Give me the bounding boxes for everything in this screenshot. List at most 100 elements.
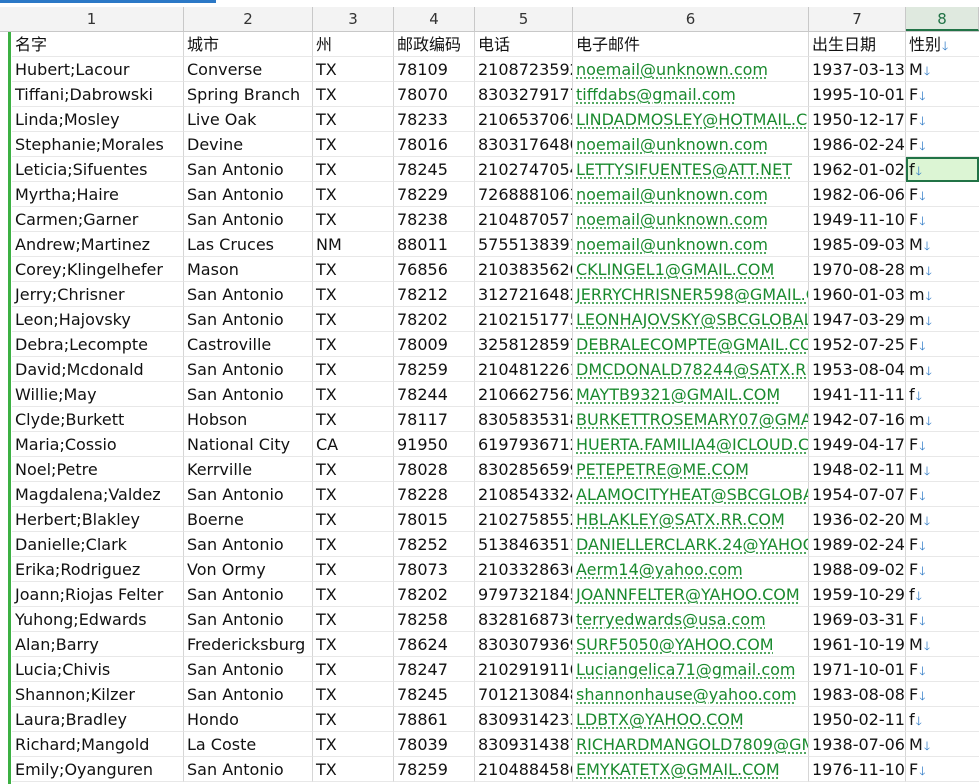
table-cell[interactable]: PETEPETRE@ME.COM <box>573 457 809 482</box>
table-cell[interactable]: Mason <box>184 257 313 282</box>
table-cell[interactable]: 8303079369 <box>475 632 573 657</box>
table-cell[interactable]: SURF5050@YAHOO.COM <box>573 632 809 657</box>
table-cell[interactable]: 78238 <box>394 207 475 232</box>
table-cell[interactable]: F🡓 <box>906 607 979 632</box>
table-cell[interactable]: San Antonio <box>184 357 313 382</box>
table-cell[interactable]: 78009 <box>394 332 475 357</box>
header-cell[interactable]: 性别🡓 <box>906 32 979 57</box>
table-cell[interactable]: 1971-10-01 <box>809 657 906 682</box>
table-cell[interactable]: 2103328636 <box>475 557 573 582</box>
table-cell[interactable]: 8309314387 <box>475 732 573 757</box>
table-cell[interactable]: 2106627562 <box>475 382 573 407</box>
table-cell[interactable]: TX <box>313 357 394 382</box>
table-cell[interactable]: Devine <box>184 132 313 157</box>
email-link[interactable]: DEBRALECOMPTE@GMAIL.COM <box>576 335 808 354</box>
table-cell[interactable]: 1954-07-07 <box>809 482 906 507</box>
table-cell[interactable]: 2103835620 <box>475 257 573 282</box>
table-cell[interactable]: TX <box>313 732 394 757</box>
table-cell[interactable]: Hobson <box>184 407 313 432</box>
table-cell[interactable]: Von Ormy <box>184 557 313 582</box>
table-cell[interactable]: 9797321845 <box>475 582 573 607</box>
table-cell[interactable]: LETTYSIFUENTES@ATT.NET <box>573 157 809 182</box>
table-cell[interactable]: Laura;Bradley <box>12 707 184 732</box>
table-cell[interactable]: F🡓 <box>906 132 979 157</box>
header-cell[interactable]: 名字 <box>12 32 184 57</box>
table-cell[interactable]: 1942-07-16 <box>809 407 906 432</box>
header-cell[interactable]: 出生日期 <box>809 32 906 57</box>
table-cell[interactable]: 1989-02-24 <box>809 532 906 557</box>
table-cell[interactable]: TX <box>313 582 394 607</box>
table-cell[interactable]: Emily;Oyanguren <box>12 757 184 782</box>
table-cell[interactable]: noemail@unknown.com <box>573 182 809 207</box>
table-cell[interactable]: TX <box>313 557 394 582</box>
table-cell[interactable]: TX <box>313 182 394 207</box>
table-cell[interactable]: 2104812261 <box>475 357 573 382</box>
table-cell[interactable]: LDBTX@YAHOO.COM <box>573 707 809 732</box>
table-cell[interactable]: San Antonio <box>184 282 313 307</box>
table-cell[interactable]: EMYKATETX@GMAIL.COM <box>573 757 809 782</box>
table-cell[interactable]: 1936-02-20 <box>809 507 906 532</box>
table-cell[interactable]: Live Oak <box>184 107 313 132</box>
table-cell[interactable]: F🡓 <box>906 557 979 582</box>
table-cell[interactable]: Hubert;Lacour <box>12 57 184 82</box>
table-cell[interactable]: noemail@unknown.com <box>573 207 809 232</box>
table-cell[interactable]: 88011 <box>394 232 475 257</box>
table-cell[interactable]: F🡓 <box>906 332 979 357</box>
email-link[interactable]: EMYKATETX@GMAIL.COM <box>576 760 780 779</box>
column-letter-6[interactable]: 6 <box>573 7 809 31</box>
table-cell[interactable]: BURKETTROSEMARY07@GMAIL.COM <box>573 407 809 432</box>
column-letter-3[interactable]: 3 <box>313 7 394 31</box>
table-cell[interactable]: Lucia;Chivis <box>12 657 184 682</box>
table-cell[interactable]: 1949-11-10 <box>809 207 906 232</box>
table-cell[interactable]: 1953-08-04 <box>809 357 906 382</box>
table-cell[interactable]: San Antonio <box>184 307 313 332</box>
table-cell[interactable]: Stephanie;Morales <box>12 132 184 157</box>
table-cell[interactable]: TX <box>313 332 394 357</box>
email-link[interactable]: DANIELLERCLARK.24@YAHOO.COM <box>576 535 808 554</box>
table-cell[interactable]: Kerrville <box>184 457 313 482</box>
email-link[interactable]: HUERTA.FAMILIA4@ICLOUD.COM <box>576 435 808 454</box>
email-link[interactable]: PETEPETRE@ME.COM <box>576 460 749 479</box>
table-cell[interactable]: TX <box>313 482 394 507</box>
table-cell[interactable]: 78015 <box>394 507 475 532</box>
table-cell[interactable]: San Antonio <box>184 607 313 632</box>
table-cell[interactable]: m🡓 <box>906 282 979 307</box>
table-cell[interactable]: Converse <box>184 57 313 82</box>
table-cell[interactable]: Noel;Petre <box>12 457 184 482</box>
table-cell[interactable]: 1986-02-24 <box>809 132 906 157</box>
table-cell[interactable]: F🡓 <box>906 482 979 507</box>
table-cell[interactable]: 78229 <box>394 182 475 207</box>
table-cell[interactable]: Erika;Rodriguez <box>12 557 184 582</box>
table-cell[interactable]: 2102151775 <box>475 307 573 332</box>
email-link[interactable]: shannonhause@yahoo.com <box>576 685 797 704</box>
table-cell[interactable]: 1970-08-28 <box>809 257 906 282</box>
table-cell[interactable]: San Antonio <box>184 582 313 607</box>
column-letter-2[interactable]: 2 <box>184 7 313 31</box>
table-cell[interactable]: CA <box>313 432 394 457</box>
table-cell[interactable]: Tiffani;Dabrowski <box>12 82 184 107</box>
table-cell[interactable]: 91950 <box>394 432 475 457</box>
table-cell[interactable]: TX <box>313 607 394 632</box>
table-cell[interactable]: 8302856599 <box>475 457 573 482</box>
table-cell[interactable]: 1949-04-17 <box>809 432 906 457</box>
column-letter-4[interactable]: 4 <box>394 7 475 31</box>
table-cell[interactable]: Magdalena;Valdez <box>12 482 184 507</box>
table-cell[interactable]: 1938-07-06 <box>809 732 906 757</box>
table-cell[interactable]: Clyde;Burkett <box>12 407 184 432</box>
table-cell[interactable]: LINDADMOSLEY@HOTMAIL.COM <box>573 107 809 132</box>
table-cell[interactable]: San Antonio <box>184 482 313 507</box>
email-link[interactable]: terryedwards@usa.com <box>576 610 766 629</box>
table-cell[interactable]: 1976-11-10 <box>809 757 906 782</box>
table-cell[interactable]: F🡓 <box>906 107 979 132</box>
email-link[interactable]: LETTYSIFUENTES@ATT.NET <box>576 160 792 179</box>
table-cell[interactable]: m🡓 <box>906 307 979 332</box>
table-cell[interactable]: 1962-01-02 <box>809 157 906 182</box>
table-cell[interactable]: HBLAKLEY@SATX.RR.COM <box>573 507 809 532</box>
table-cell[interactable]: TX <box>313 157 394 182</box>
email-link[interactable]: noemail@unknown.com <box>576 210 768 229</box>
table-cell[interactable]: 76856 <box>394 257 475 282</box>
table-cell[interactable]: 1959-10-29 <box>809 582 906 607</box>
table-cell[interactable]: 78109 <box>394 57 475 82</box>
table-cell[interactable]: 78073 <box>394 557 475 582</box>
column-letter-5[interactable]: 5 <box>475 7 573 31</box>
